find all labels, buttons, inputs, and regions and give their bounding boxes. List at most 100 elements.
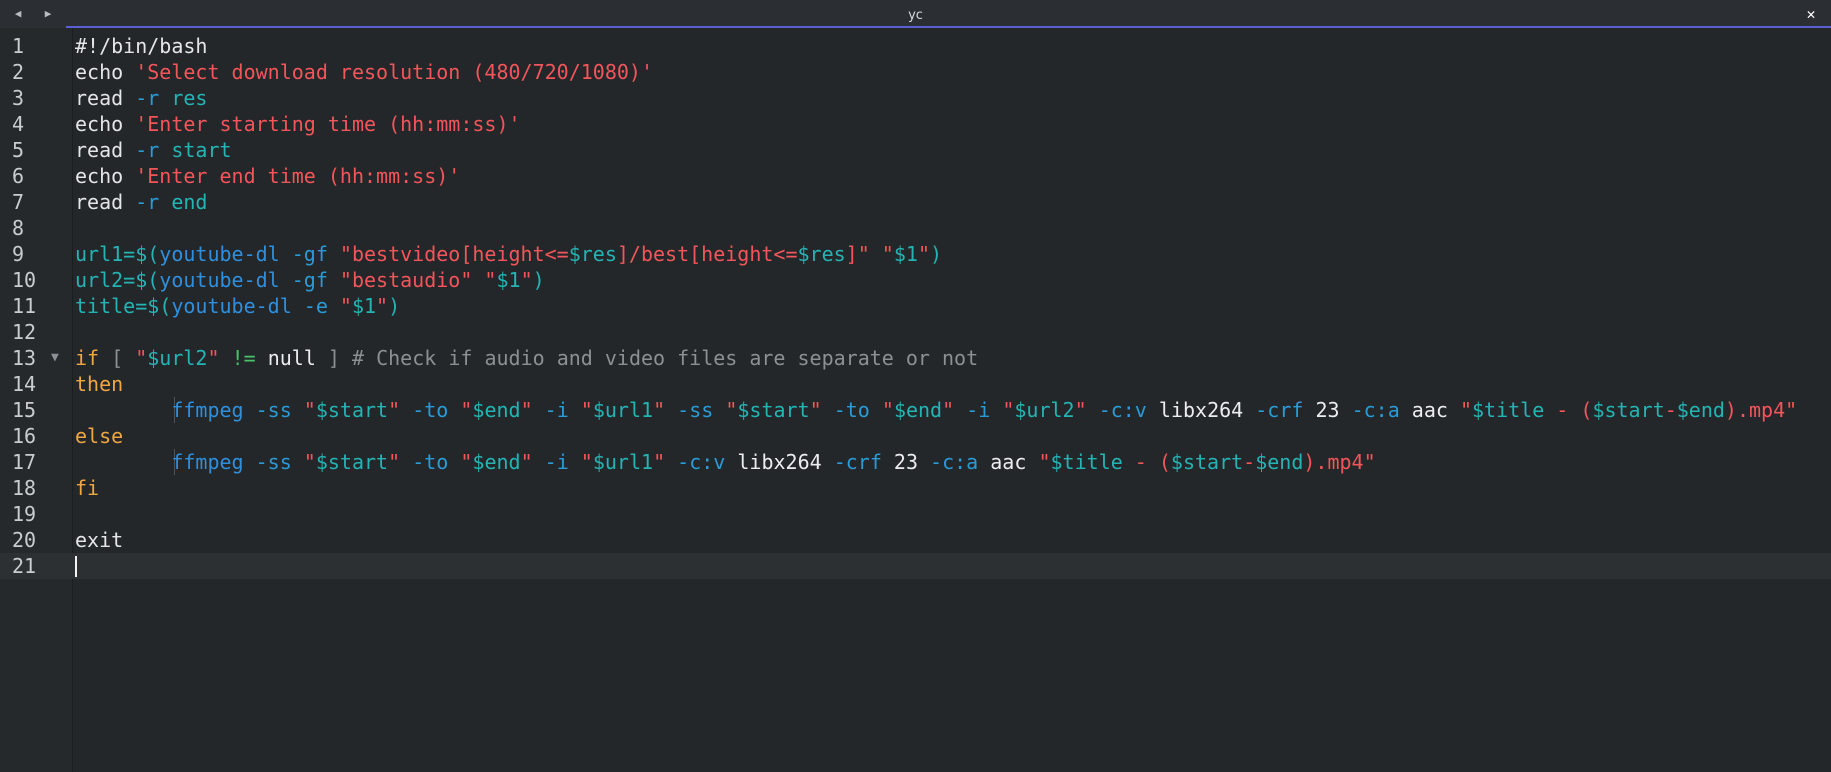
code-token: 23 (1315, 398, 1352, 422)
code-token: " (1002, 398, 1015, 422)
code-token: $url1 (592, 450, 654, 474)
code-token: != (231, 346, 268, 370)
code-token: else (75, 424, 124, 448)
line-number: 18 (12, 476, 37, 500)
code-token: " (303, 450, 316, 474)
code-token: then (75, 372, 124, 396)
code-token: url2=$( (75, 268, 160, 292)
code-token: -c:a (930, 450, 991, 474)
code-token: - (1664, 398, 1677, 422)
code-text: exit (75, 527, 123, 553)
code-token: $end (1255, 450, 1304, 474)
code-token: - (1243, 450, 1256, 474)
code-token: end (171, 190, 208, 214)
code-token: -r (135, 138, 172, 162)
code-line[interactable]: 18 fi (0, 475, 1831, 501)
code-token: echo (75, 112, 136, 136)
code-token: " (809, 398, 834, 422)
code-line[interactable]: 3 read -r res (0, 85, 1831, 111)
code-token: ) (532, 268, 545, 292)
code-text: else (75, 423, 123, 449)
line-number: 8 (12, 216, 25, 240)
code-token: " (1074, 398, 1099, 422)
code-token: " (388, 450, 413, 474)
code-token: ) (388, 294, 401, 318)
code-token: "bestvideo[height<= (339, 242, 569, 266)
code-token: " (207, 346, 232, 370)
line-number: 3 (12, 86, 25, 110)
code-line[interactable]: 8 (0, 215, 1831, 241)
code-token: res (171, 86, 208, 110)
code-line[interactable]: 15 ffmpeg -ss "$start" -to "$end" -i "$u… (0, 397, 1831, 423)
code-token: libx264 (1158, 398, 1256, 422)
code-token: $url2 (147, 346, 208, 370)
code-token: -c:v (677, 450, 738, 474)
code-line[interactable]: 5 read -r start (0, 137, 1831, 163)
code-token: echo (75, 60, 136, 84)
code-line[interactable]: 9 url1=$(youtube-dl -gf "bestvideo[height… (0, 241, 1831, 267)
code-token: -e (303, 294, 340, 318)
code-token: " (135, 346, 148, 370)
code-text: url2=$(youtube-dl -gf "bestaudio" "$1") (75, 267, 545, 293)
code-token: youtube-dl (159, 242, 292, 266)
code-line[interactable]: 20 exit (0, 527, 1831, 553)
fold-arrow-icon[interactable]: ▼ (51, 345, 59, 371)
code-line[interactable]: 2 echo 'Select download resolution (480/7… (0, 59, 1831, 85)
code-token: " (520, 450, 545, 474)
code-text: echo 'Select download resolution (480/72… (75, 59, 653, 85)
code-token: " (653, 398, 678, 422)
code-line[interactable]: 17 ffmpeg -ss "$start" -to "$end" -i "$u… (0, 449, 1831, 475)
code-token: ]/best[height<= (616, 242, 798, 266)
forward-arrow-icon[interactable]: ▶ (38, 5, 58, 23)
code-token: -crf (833, 450, 894, 474)
code-token: title=$( (75, 294, 172, 318)
code-token: 'Select download resolution (480/720/108… (135, 60, 653, 84)
code-line[interactable]: 10 url2=$(youtube-dl -gf "bestaudio" "$1"… (0, 267, 1831, 293)
code-token: -ss (677, 398, 726, 422)
line-number: 14 (12, 372, 37, 396)
code-text: url1=$(youtube-dl -gf "bestvideo[height<… (75, 241, 942, 267)
code-token: null (267, 346, 316, 370)
code-token: youtube-dl (159, 268, 292, 292)
line-number: 21 (12, 554, 37, 578)
code-token: " (520, 268, 533, 292)
code-token: $res (568, 242, 617, 266)
code-text: read -r end (75, 189, 207, 215)
code-token: libx264 (737, 450, 834, 474)
code-token: " (460, 398, 473, 422)
code-line[interactable]: 19 (0, 501, 1831, 527)
code-token: " (653, 450, 678, 474)
line-number: 7 (12, 190, 25, 214)
code-token: " (376, 294, 389, 318)
line-number: 12 (12, 320, 37, 344)
code-line[interactable]: 12 (0, 319, 1831, 345)
code-token: ffmpeg (171, 398, 256, 422)
code-token: - ( (1544, 398, 1593, 422)
code-token: $res (797, 242, 846, 266)
code-line[interactable]: 6 echo 'Enter end time (hh:mm:ss)' (0, 163, 1831, 189)
tab-title[interactable]: yc (0, 0, 1831, 28)
code-line[interactable]: 14 then (0, 371, 1831, 397)
code-token: read (75, 86, 136, 110)
close-icon[interactable]: ✕ (1801, 4, 1821, 24)
code-line[interactable]: 4 echo 'Enter starting time (hh:mm:ss)' (0, 111, 1831, 137)
code-token: " (942, 398, 967, 422)
code-token: $title (1050, 450, 1123, 474)
code-token: "bestaudio" " (339, 268, 497, 292)
code-token: $url2 (1014, 398, 1075, 422)
code-line[interactable]: 11 title=$(youtube-dl -e "$1") (0, 293, 1831, 319)
code-line[interactable]: 16 else (0, 423, 1831, 449)
code-line[interactable]: 13 ▼ if [ "$url2" != null ] # Check if aud… (0, 345, 1831, 371)
code-token: aac (1411, 398, 1460, 422)
code-token: $start (1592, 398, 1665, 422)
back-arrow-icon[interactable]: ◀ (8, 5, 28, 23)
code-token: -gf (291, 242, 340, 266)
code-line[interactable]: 21 (0, 553, 1831, 579)
code-line[interactable]: 1 #!/bin/bash (0, 33, 1831, 59)
code-token: " (881, 398, 894, 422)
code-token: -r (135, 190, 172, 214)
line-number: 13 (12, 346, 37, 370)
code-token: $end (1676, 398, 1725, 422)
code-line[interactable]: 7 read -r end (0, 189, 1831, 215)
